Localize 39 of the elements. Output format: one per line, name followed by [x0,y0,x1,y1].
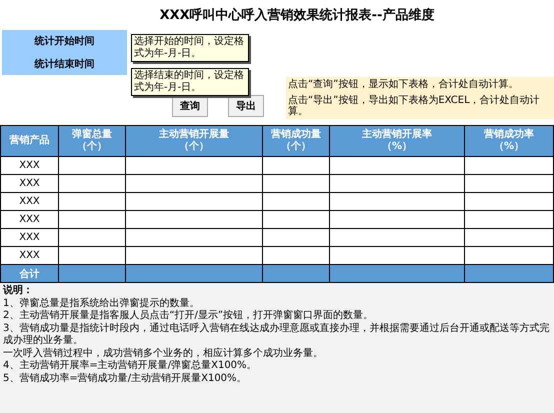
note-line: 5、营销成功率=营销成功量/主动营销开展量X100%。 [3,372,248,385]
column-header: 营销成功量 （个） [262,126,330,156]
column-header: 主动营销开展率 （%） [330,126,464,156]
table-cell: XXX [0,156,58,174]
column-header: 弹窗总量 （个） [58,126,126,156]
table-cell: XXX [0,192,58,210]
note-line: 1、弹窗总量是指系统给出弹窗提示的数量。 [3,298,200,310]
comment-note: 选择结束的时间，设定格式为年-月-日。 [131,68,249,96]
column-header: 营销产品 [0,126,58,156]
total-cell [58,264,126,282]
table-cell: XXX [0,210,58,228]
notes-title: 说明： [3,285,34,298]
filter-label: 统计结束时间 [33,58,96,71]
column-header: 主动营销开展量 （个） [126,126,262,156]
note-line: 一次呼入营销过程中，成功营销多个业务的，相应计算多个成功业务量。 [3,348,324,360]
table-cell [58,174,126,192]
table-cell [262,210,330,228]
note-line: 2、主动营销开展量是指客服人员点击“打开/显示”按钮，打开弹窗窗口界面的数量。 [3,310,374,322]
table-cell [262,174,330,192]
table-cell [262,192,330,210]
column-header: 营销成功率 （%） [464,126,554,156]
table-cell: XXX [0,228,58,246]
hint-text: 点击“查询”按钮，显示如下表格，合计处自动计算。 [288,79,520,90]
filter-label: 统计开始时间 [33,34,96,48]
total-cell: 合计 [0,264,58,282]
table-cell: XXX [0,174,58,192]
export-button[interactable]: 导出 [228,95,264,117]
table-cell [58,228,126,246]
comment-note: 选择开始的时间，设定格式为年-月-日。 [131,34,249,62]
note-line: 3、营销成功量是指统计时段内，通过电话呼入营销在线达成办理意愿或直接办理，并根据需要通过后台开通或配送等方式完成办理的业务量。 [3,322,550,348]
table-cell [58,210,126,228]
hint-text: 点击“导出”按钮，导出如下表格为EXCEL，合计处自动计算。 [288,94,541,117]
table-cell [262,156,330,174]
table-cell [58,192,126,210]
report-title: XXX呼叫中心呼入营销效果统计报表--产品维度 [158,6,436,25]
total-cell [262,264,330,282]
note-line: 4、主动营销开展率=主动营销开展量/弹窗总量X100%。 [3,360,258,372]
table-cell [262,228,330,246]
table-cell [58,156,126,174]
